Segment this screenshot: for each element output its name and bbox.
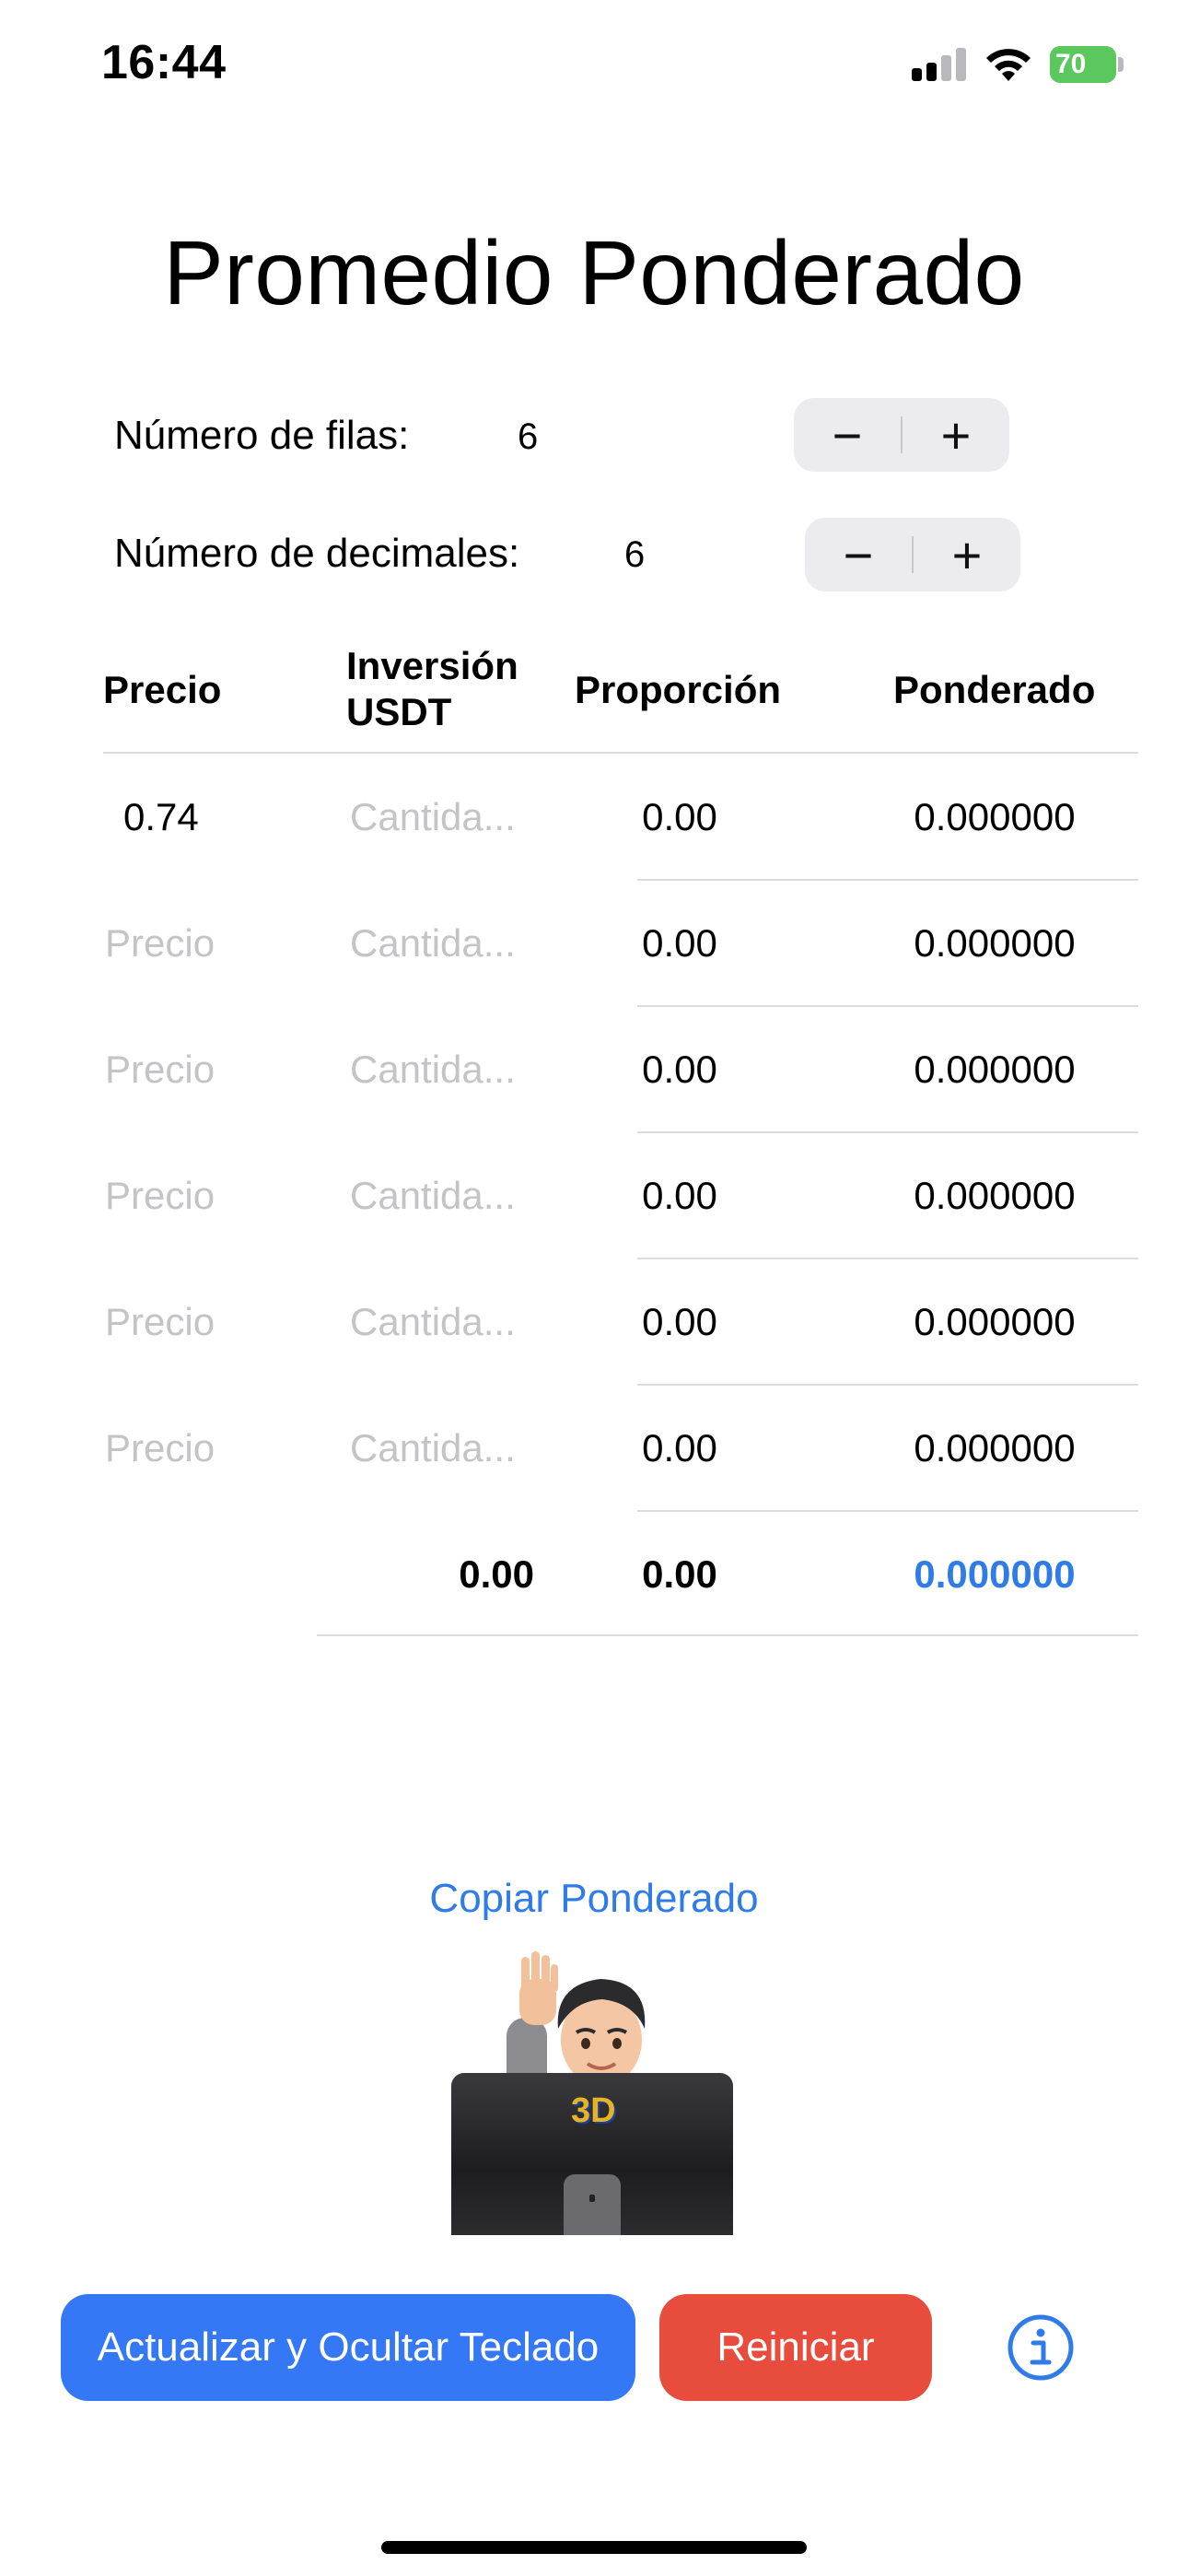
proportion-cell: 0.00 [642,795,717,838]
row-divider [637,879,1138,881]
price-field[interactable]: Precio [105,1173,215,1219]
proportion-cell: 0.00 [642,1048,717,1091]
amount-field[interactable]: Cantida... [350,1299,516,1345]
header-divider [103,752,1138,754]
weighted-cell: 0.000000 [914,1174,1076,1217]
row-divider [637,1510,1138,1512]
row-divider [637,1384,1138,1386]
decimals-increment-button[interactable]: + [914,518,1020,591]
avatar-memoji [557,1979,646,2082]
proportion-cell: 0.00 [642,1300,717,1343]
header-weighted: Ponderado [893,668,1096,711]
wifi-icon [986,49,1031,81]
rows-stepper[interactable]: − + [794,398,1009,472]
cellular-signal-icon [912,48,967,81]
rows-increment-button[interactable]: + [903,398,1009,472]
header-investment-line1: Inversión [346,644,518,687]
amount-field[interactable]: Cantida... [350,794,516,840]
proportion-cell: 0.00 [642,1174,717,1217]
amount-field[interactable]: Cantida... [350,1173,516,1219]
decimals-decrement-button[interactable]: − [805,518,912,591]
home-indicator [381,2541,807,2554]
header-price: Precio [103,668,222,711]
weighted-cell: 0.000000 [914,795,1076,838]
price-field[interactable]: Precio [105,1047,215,1093]
proportion-cell: 0.00 [642,1426,717,1469]
rows-value: 6 [518,416,539,457]
battery-icon: 70 [1050,46,1124,83]
monitor-stand [564,2174,621,2235]
amount-field[interactable]: Cantida... [350,920,516,966]
rows-decrement-button[interactable]: − [794,398,901,472]
battery-level: 70 [1055,49,1087,79]
total-weighted[interactable]: 0.000000 [884,1551,1105,1598]
row-divider [637,1258,1138,1259]
decimals-value: 6 [624,534,646,575]
total-investment: 0.00 [459,1552,534,1596]
update-hide-keyboard-button[interactable]: Actualizar y Ocultar Teclado [61,2294,635,2401]
monitor-logo: 3D [571,2091,616,2130]
weighted-cell: 0.000000 [914,1300,1076,1343]
copy-weighted-link[interactable]: Copiar Ponderado [0,1876,1188,1922]
price-field[interactable]: Precio [105,920,215,966]
amount-field[interactable]: Cantida... [350,1425,516,1471]
weighted-cell: 0.000000 [914,1426,1076,1469]
proportion-cell: 0.00 [642,921,717,965]
weighted-cell: 0.000000 [914,1048,1076,1091]
total-proportion: 0.00 [642,1552,717,1596]
rows-label: Número de filas: [114,413,410,458]
header-investment: Inversión USDT [346,643,518,735]
status-time: 16:44 [101,36,227,89]
amount-field[interactable]: Cantida... [350,1047,516,1093]
totals-divider [317,1634,1138,1636]
reset-button[interactable]: Reiniciar [659,2294,932,2401]
row-divider [637,1005,1138,1007]
price-field[interactable]: Precio [105,1299,215,1345]
price-field[interactable]: Precio [105,1425,215,1471]
price-field[interactable]: 0.74 [123,794,199,840]
decimals-label: Número de decimales: [114,531,520,576]
monitor-illustration: 3D [451,2073,733,2235]
decimals-stepper[interactable]: − + [805,518,1020,591]
header-investment-line2: USDT [346,690,452,733]
weighted-cell: 0.000000 [914,921,1076,965]
row-divider [637,1131,1138,1133]
header-proportion: Proporción [575,668,782,711]
page-title: Promedio Ponderado [163,222,1025,323]
info-icon[interactable] [1006,2313,1076,2383]
